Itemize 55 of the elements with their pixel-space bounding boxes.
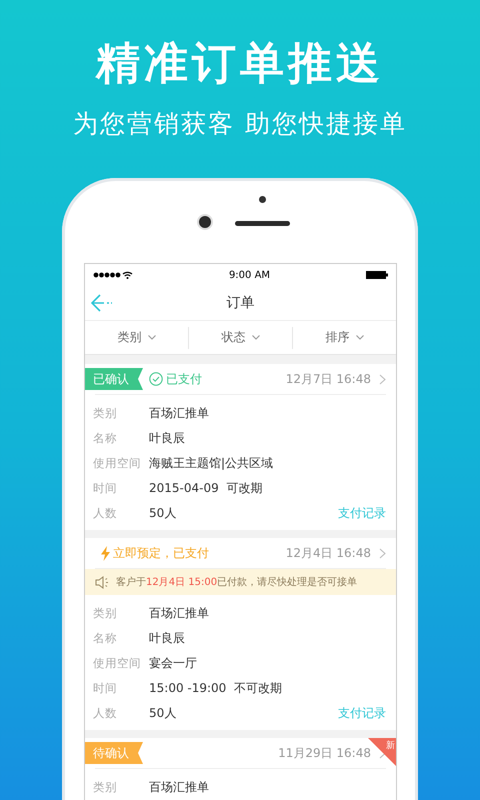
sensor-dot: [259, 196, 266, 203]
field-value: 叶良辰: [149, 430, 185, 447]
camera-lens: [199, 216, 211, 228]
field-label: 人数: [93, 506, 118, 521]
field-label: 类别: [93, 780, 118, 795]
filter-dropdown[interactable]: 排序: [292, 326, 396, 348]
field-value: 2015-04-09 可改期: [149, 480, 262, 497]
field-label: 名称: [93, 631, 118, 646]
order-time: 12月4日 16:48: [286, 544, 371, 562]
field-value: 50人: [149, 505, 176, 522]
field-value: 百场汇推单: [149, 405, 209, 422]
signal-wifi-icon: [93, 271, 133, 279]
status-badge: 已确认: [85, 368, 143, 390]
chevron-right-icon: [379, 374, 386, 384]
headline: 精准订单推送: [96, 37, 384, 91]
caret-down-icon: [148, 335, 156, 340]
field-value: 宴会一厅: [149, 655, 197, 672]
order-card[interactable]: 立即预定，已支付 12月4日 16:48 客户于12月4日 15:00已付款，请尽快处理是否可接单 类别 百场汇推单 名称 叶良辰 使用空间 宴会一厅 时间 15:00 -19:00 不可改期 人数 50人 支付记录: [85, 538, 396, 730]
lightning-icon: [101, 546, 110, 560]
field-label: 使用空间: [93, 656, 142, 671]
speaker-icon: [95, 576, 110, 588]
field-value: 百场汇推单: [149, 779, 209, 796]
field-label: 名称: [93, 431, 118, 446]
field-label: 类别: [93, 406, 118, 421]
payment-status: 已支付: [149, 370, 202, 388]
field-label: 人数: [93, 706, 118, 721]
field-label: 使用空间: [93, 456, 142, 471]
field-label: 类别: [93, 606, 118, 621]
subtitle: 为您营销获客 助您快捷接单: [73, 108, 407, 140]
field-value: 叶良辰: [149, 630, 185, 647]
field-value: 15:00 -19:00 不可改期: [149, 680, 282, 697]
order-card[interactable]: 待确认 11月29日 16:48 类别 百场汇推单 新: [85, 738, 396, 800]
order-card[interactable]: 已确认 已支付 12月7日 16:48 类别 百场汇推单 名称 叶良辰 使用空间 海贼王主题馆|公共区域 时间 2015-04-09 可改期 人数 50人 支付记录: [85, 364, 396, 530]
field-label: 时间: [93, 681, 118, 696]
caret-down-icon: [252, 335, 260, 340]
back-button[interactable]: [91, 293, 113, 313]
battery-icon: [366, 271, 388, 279]
order-time: 11月29日 16:48: [278, 744, 371, 762]
chevron-right-icon: [379, 548, 386, 558]
field-value: 50人: [149, 705, 176, 722]
speaker-grille: [235, 221, 290, 226]
filter-dropdown[interactable]: 状态: [188, 326, 292, 348]
nav-title: 订单: [226, 294, 254, 312]
caret-down-icon: [356, 335, 364, 340]
field-value: 海贼王主题馆|公共区域: [149, 455, 274, 472]
back-arrow-icon: [91, 293, 113, 313]
status-time: 9:00 AM: [228, 270, 270, 280]
status-badge: 待确认: [85, 742, 143, 764]
payment-status: 立即预定，已支付: [101, 544, 209, 562]
order-time: 12月7日 16:48: [286, 370, 371, 388]
field-value: 百场汇推单: [149, 605, 209, 622]
notice-text: 客户于12月4日 15:00已付款，请尽快处理是否可接单: [116, 576, 358, 589]
check-circle-icon: [149, 372, 163, 386]
filter-dropdown[interactable]: 类别: [85, 326, 188, 348]
field-label: 时间: [93, 481, 118, 496]
